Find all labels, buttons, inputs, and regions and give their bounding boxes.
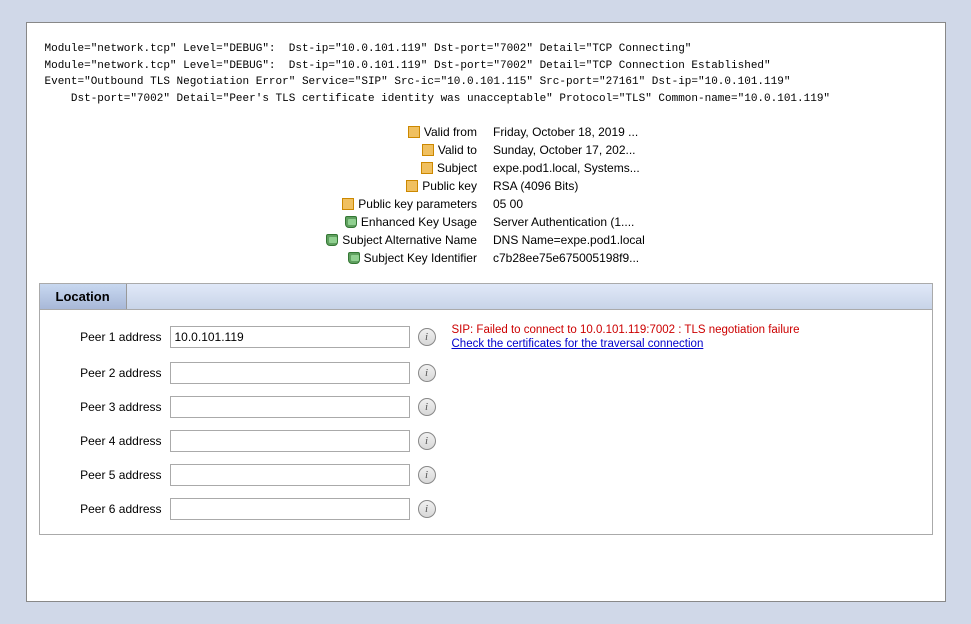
- location-tab[interactable]: Location: [40, 284, 127, 309]
- peer-5-label: Peer 5 address: [52, 468, 162, 482]
- cert-label: Subject Alternative Name: [342, 233, 477, 247]
- peer-row: Peer 6 address i: [40, 492, 932, 526]
- peer-3-input[interactable]: [170, 396, 410, 418]
- peer-row: Peer 2 address i: [40, 356, 932, 390]
- peer-row: Peer 4 address i: [40, 424, 932, 458]
- cert-value: Friday, October 18, 2019 ...: [485, 123, 653, 141]
- cert-row: Enhanced Key Usage Server Authentication …: [318, 213, 653, 231]
- peer-1-info-icon[interactable]: i: [418, 328, 436, 346]
- log-section: Module="network.tcp" Level="DEBUG": Dst-…: [39, 35, 933, 113]
- cert-label: Subject Key Identifier: [364, 251, 477, 265]
- square-icon: [422, 144, 434, 156]
- square-icon: [406, 180, 418, 192]
- cert-value: 05 00: [485, 195, 653, 213]
- peer-4-input[interactable]: [170, 430, 410, 452]
- peer-4-info-icon[interactable]: i: [418, 432, 436, 450]
- error-message: SIP: Failed to connect to 10.0.101.119:7…: [452, 324, 800, 350]
- peer-3-info-icon[interactable]: i: [418, 398, 436, 416]
- error-title: SIP: Failed to connect to 10.0.101.119:7…: [452, 324, 800, 336]
- cert-label: Public key: [422, 179, 477, 193]
- cert-field-name: Valid from: [318, 123, 485, 141]
- cert-field-name: Public key: [318, 177, 485, 195]
- square-icon: [408, 126, 420, 138]
- peer-2-info-icon[interactable]: i: [418, 364, 436, 382]
- cert-field-name: Subject: [318, 159, 485, 177]
- cert-row: Subject expe.pod1.local, Systems...: [318, 159, 653, 177]
- cert-table: Valid fromFriday, October 18, 2019 ...Va…: [318, 123, 653, 267]
- square-icon: [342, 198, 354, 210]
- cert-row: Valid from Friday, October 18, 2019 ...: [318, 123, 653, 141]
- cert-value: c7b28ee75e675005198f9...: [485, 249, 653, 267]
- peer-6-label: Peer 6 address: [52, 502, 162, 516]
- cert-label: Public key parameters: [358, 197, 477, 211]
- cert-value: expe.pod1.local, Systems...: [485, 159, 653, 177]
- location-body: Peer 1 address i SIP: Failed to connect to…: [40, 310, 932, 534]
- cert-label: Valid from: [424, 125, 477, 139]
- cert-field-name: Subject Alternative Name: [318, 231, 485, 249]
- cert-label: Subject: [437, 161, 477, 175]
- square-icon: [421, 162, 433, 174]
- cert-row: Public key RSA (4096 Bits): [318, 177, 653, 195]
- error-link[interactable]: Check the certificates for the traversal…: [452, 338, 704, 350]
- peer-row: Peer 5 address i: [40, 458, 932, 492]
- cert-row: Subject Key Identifier c7b28ee75e67500519…: [318, 249, 653, 267]
- cert-label: Valid to: [438, 143, 477, 157]
- cert-row: Subject Alternative Name DNS Name=expe.po…: [318, 231, 653, 249]
- peer-3-label: Peer 3 address: [52, 400, 162, 414]
- location-header-row: Location: [40, 284, 932, 310]
- cert-row: Valid to Sunday, October 17, 202...: [318, 141, 653, 159]
- cert-field-name: Valid to: [318, 141, 485, 159]
- shield-icon: [326, 234, 338, 246]
- peer-5-info-icon[interactable]: i: [418, 466, 436, 484]
- cert-row: Public key parameters 05 00: [318, 195, 653, 213]
- cert-field-name: Public key parameters: [318, 195, 485, 213]
- peer-6-input[interactable]: [170, 498, 410, 520]
- location-section: Location Peer 1 address i SIP: Failed to c…: [39, 283, 933, 535]
- peer-row: Peer 3 address i: [40, 390, 932, 424]
- peer-2-label: Peer 2 address: [52, 366, 162, 380]
- cert-field-name: Subject Key Identifier: [318, 249, 485, 267]
- cert-value: DNS Name=expe.pod1.local: [485, 231, 653, 249]
- peer-row: Peer 1 address i SIP: Failed to connect to…: [40, 318, 932, 356]
- cert-value: RSA (4096 Bits): [485, 177, 653, 195]
- main-container: Module="network.tcp" Level="DEBUG": Dst-…: [26, 22, 946, 602]
- cert-label: Enhanced Key Usage: [361, 215, 477, 229]
- cert-value: Server Authentication (1....: [485, 213, 653, 231]
- cert-field-name: Enhanced Key Usage: [318, 213, 485, 231]
- peer-2-input[interactable]: [170, 362, 410, 384]
- peer-1-label: Peer 1 address: [52, 330, 162, 344]
- peer-5-input[interactable]: [170, 464, 410, 486]
- shield-icon: [348, 252, 360, 264]
- peer-6-info-icon[interactable]: i: [418, 500, 436, 518]
- cert-value: Sunday, October 17, 202...: [485, 141, 653, 159]
- peer-1-input[interactable]: [170, 326, 410, 348]
- shield-icon: [345, 216, 357, 228]
- peer-4-label: Peer 4 address: [52, 434, 162, 448]
- location-header-filler: [127, 284, 932, 309]
